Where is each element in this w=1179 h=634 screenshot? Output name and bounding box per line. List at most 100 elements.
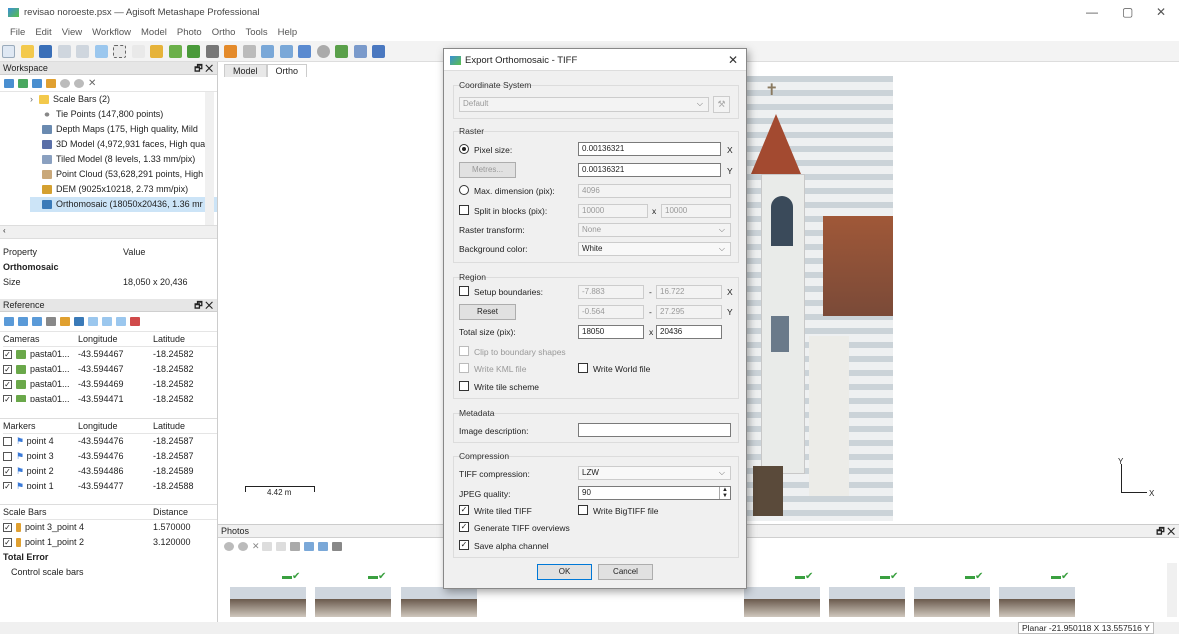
redo-icon[interactable] [76, 45, 90, 58]
dialog-close-button[interactable]: ✕ [728, 53, 738, 67]
tab-model[interactable]: Model [224, 64, 267, 77]
checkbox[interactable] [3, 437, 12, 447]
pixel-size-radio[interactable] [459, 144, 469, 154]
max-dimension-radio[interactable] [459, 185, 469, 195]
rect-select-icon[interactable] [113, 45, 127, 58]
tree-item-dem[interactable]: DEM (9025x10218, 2.73 mm/pix) [30, 182, 217, 197]
clip-boundary-checkbox[interactable] [459, 346, 469, 356]
workspace-close-icon[interactable]: 🗗 ✕ [194, 62, 213, 75]
move-icon[interactable] [298, 45, 312, 58]
write-kml-checkbox[interactable] [459, 363, 469, 373]
remove-icon[interactable]: ✕ [252, 541, 262, 551]
tiff-compression-select[interactable]: LZW [578, 466, 731, 480]
view-mode-icon[interactable] [316, 45, 330, 58]
tree-item-tiled-model[interactable]: Tiled Model (8 levels, 1.33 mm/pix) [30, 152, 217, 167]
save-alpha-checkbox[interactable]: ✓ [459, 540, 469, 550]
menu-model[interactable]: Model [141, 27, 167, 38]
photos-scrollbar[interactable] [1167, 563, 1177, 617]
photo-thumbnail[interactable] [829, 587, 905, 617]
photo-thumbnail[interactable] [230, 587, 306, 617]
draw-icon[interactable] [131, 45, 145, 58]
split-width-input[interactable]: 10000 [578, 204, 648, 218]
pencil-icon[interactable] [150, 45, 164, 58]
view-source-icon[interactable] [88, 317, 98, 327]
metres-button[interactable]: Metres... [459, 162, 516, 178]
checkbox[interactable]: ✓ [3, 395, 12, 402]
boundary-y-min-input[interactable]: -0.564 [578, 305, 644, 319]
photo-thumbnail[interactable] [914, 587, 990, 617]
cut-icon[interactable] [205, 45, 219, 58]
longitude-header[interactable]: Longitude [78, 332, 153, 346]
checkbox[interactable]: ✓ [3, 380, 12, 390]
write-tile-scheme-checkbox[interactable] [459, 381, 469, 391]
menu-photo[interactable]: Photo [177, 27, 202, 38]
split-blocks-checkbox[interactable] [459, 205, 469, 215]
photo-thumbnail[interactable] [315, 587, 391, 617]
scalebars-header[interactable]: Scale Bars [3, 505, 153, 519]
menu-view[interactable]: View [62, 27, 82, 38]
spinner-icon[interactable]: ▲ ▼ [719, 487, 730, 499]
menu-tools[interactable]: Tools [245, 27, 267, 38]
mask-icon[interactable] [290, 542, 301, 552]
import-icon[interactable] [4, 317, 14, 327]
close-window-button[interactable]: ✕ [1156, 5, 1166, 19]
disable-icon[interactable] [238, 542, 248, 552]
details-icon[interactable] [318, 542, 329, 552]
total-width-input[interactable]: 18050 [578, 325, 644, 339]
table-row[interactable]: ✓ ⚑ point 2 -43.594486 -18.24589 [3, 464, 217, 479]
distance-header[interactable]: Distance [153, 505, 188, 519]
max-dimension-input[interactable]: 4096 [578, 184, 731, 198]
table-row[interactable]: ✓ pasta01... -43.594469 -18.24582 [3, 377, 217, 392]
reset-view-icon[interactable] [242, 45, 256, 58]
remove-icon[interactable]: ✕ [88, 78, 96, 89]
longitude-header[interactable]: Longitude [78, 419, 153, 433]
tree-item-point-cloud[interactable]: Point Cloud (53,628,291 points, High [30, 167, 217, 182]
pixel-size-y-input[interactable]: 0.00136321 [578, 163, 721, 177]
add-markers-icon[interactable] [46, 79, 56, 89]
calculator-icon[interactable] [46, 317, 56, 327]
photo-thumbnail[interactable] [401, 587, 477, 617]
export-icon[interactable] [18, 317, 28, 327]
table-row[interactable]: ⚑ point 3 -43.594476 -18.24587 [3, 449, 217, 464]
rotate-left-icon[interactable] [262, 542, 273, 552]
reference-close-icon[interactable]: 🗗 ✕ [194, 299, 213, 312]
boundary-y-max-input[interactable]: 27.295 [656, 305, 722, 319]
tree-item-scale-bars[interactable]: › Scale Bars (2) [30, 92, 217, 107]
reset-button[interactable]: Reset [459, 304, 516, 320]
write-world-checkbox[interactable] [578, 363, 588, 373]
checkbox[interactable]: ✓ [3, 482, 12, 489]
enable-icon[interactable] [224, 542, 234, 552]
tree-item-depth-maps[interactable]: Depth Maps (175, High quality, Mild [30, 122, 217, 137]
menu-edit[interactable]: Edit [35, 27, 51, 38]
pixel-size-x-input[interactable]: 0.00136321 [578, 142, 721, 156]
view-estimated-icon[interactable] [102, 317, 112, 327]
total-height-input[interactable]: 20436 [656, 325, 722, 339]
table-row[interactable]: ⚑ point 4 -43.594476 -18.24587 [3, 434, 217, 449]
boundary-x-max-input[interactable]: 16.722 [656, 285, 722, 299]
convert-icon[interactable] [32, 317, 42, 327]
write-tiled-tiff-checkbox[interactable]: ✓ [459, 505, 469, 515]
tab-ortho[interactable]: Ortho [266, 64, 308, 77]
ok-button[interactable]: OK [537, 564, 592, 580]
cancel-button[interactable]: Cancel [598, 564, 653, 580]
open-icon[interactable] [20, 45, 34, 58]
workspace-hscroll[interactable]: ‹ [0, 225, 217, 239]
photo-thumbnail[interactable] [744, 587, 820, 617]
checkbox[interactable]: ✓ [3, 467, 12, 477]
menu-ortho[interactable]: Ortho [212, 27, 236, 38]
table-row[interactable]: ✓ point 1_point 2 3.120000 [3, 535, 217, 550]
table-row[interactable]: ✓ pasta01... -43.594467 -18.24582 [3, 362, 217, 377]
tree-item-tie-points[interactable]: Tie Points (147,800 points) [30, 107, 217, 122]
settings-icon[interactable] [130, 317, 140, 327]
minimize-button[interactable]: — [1086, 5, 1098, 19]
checkbox[interactable]: ✓ [3, 350, 12, 360]
table-row[interactable]: ✓ pasta01... -43.594467 -18.24582 [3, 347, 217, 362]
boundary-x-min-input[interactable]: -7.883 [578, 285, 644, 299]
view-icon[interactable] [304, 542, 315, 552]
optimize-icon[interactable] [60, 317, 70, 327]
cameras-header[interactable]: Cameras [3, 332, 78, 346]
menu-file[interactable]: File [10, 27, 25, 38]
crs-settings-icon[interactable]: ⚒ [713, 96, 730, 113]
add-photos-icon[interactable] [18, 79, 28, 89]
generate-overviews-checkbox[interactable]: ✓ [459, 522, 469, 532]
